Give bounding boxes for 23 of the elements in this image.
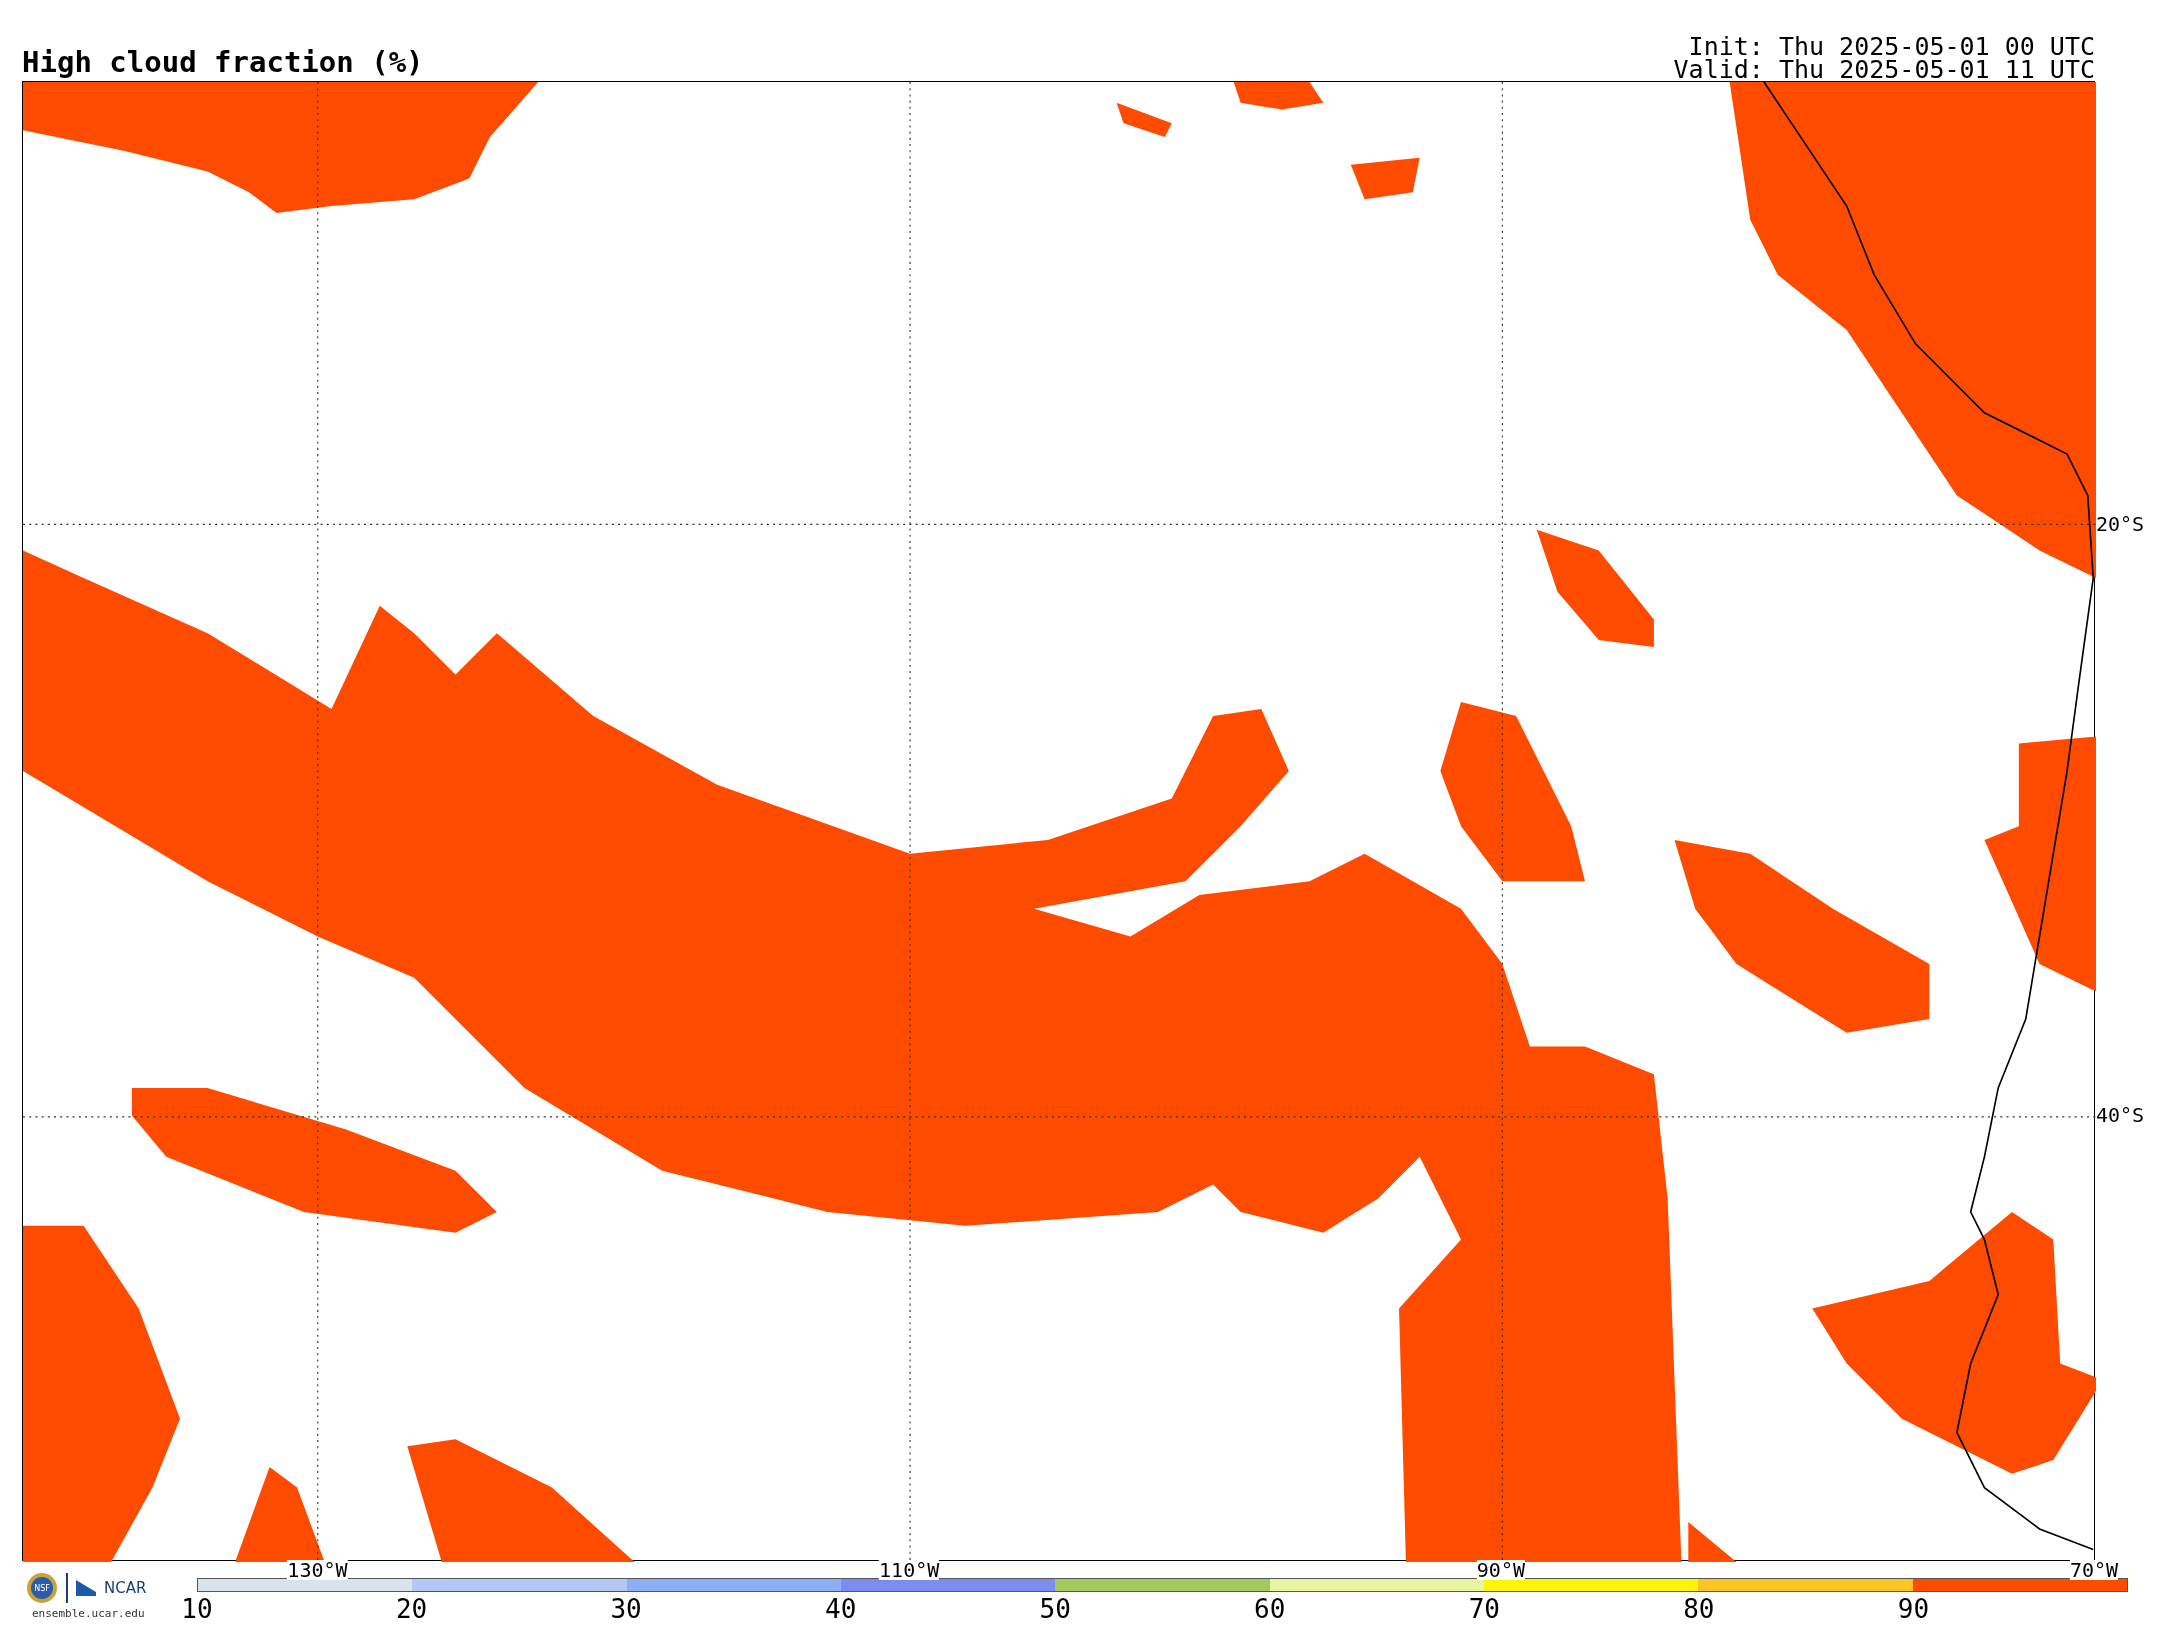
logo-divider (66, 1573, 68, 1603)
valid-time: Valid: Thu 2025-05-01 11 UTC (1673, 58, 2095, 81)
ncar-logo-icon (76, 1580, 96, 1596)
longitude-label: 70°W (2069, 1560, 2119, 1580)
latitude-label: 20°S (2096, 513, 2145, 534)
colorbar-tick-label: 40 (825, 1596, 857, 1622)
colorbar-tick-label: 30 (610, 1596, 642, 1622)
init-time: Init: Thu 2025-05-01 00 UTC (1688, 35, 2095, 58)
ncar-logo-text: NCAR (104, 1577, 147, 1599)
chart-title: High cloud fraction (%) (22, 48, 424, 77)
colorbar-tick-label: 70 (1468, 1596, 1500, 1622)
website-url: ensemble.ucar.edu (31, 1608, 146, 1619)
longitude-label: 110°W (879, 1560, 940, 1580)
colorbar-tick-label: 90 (1897, 1596, 1930, 1622)
colorbar-tick-label: 10 (181, 1596, 213, 1622)
colorbar-tick-label: 60 (1254, 1596, 1286, 1622)
longitude-label: 90°W (1476, 1560, 1525, 1580)
latitude-label: 40°S (2096, 1105, 2145, 1126)
nsf-logo-icon: NSF (26, 1572, 58, 1604)
colorbar-tick-label: 20 (395, 1596, 428, 1622)
longitude-label: 130°W (287, 1560, 348, 1580)
colorbar-tick-label: 50 (1039, 1596, 1071, 1622)
colorbar-tick-label: 80 (1683, 1596, 1715, 1622)
